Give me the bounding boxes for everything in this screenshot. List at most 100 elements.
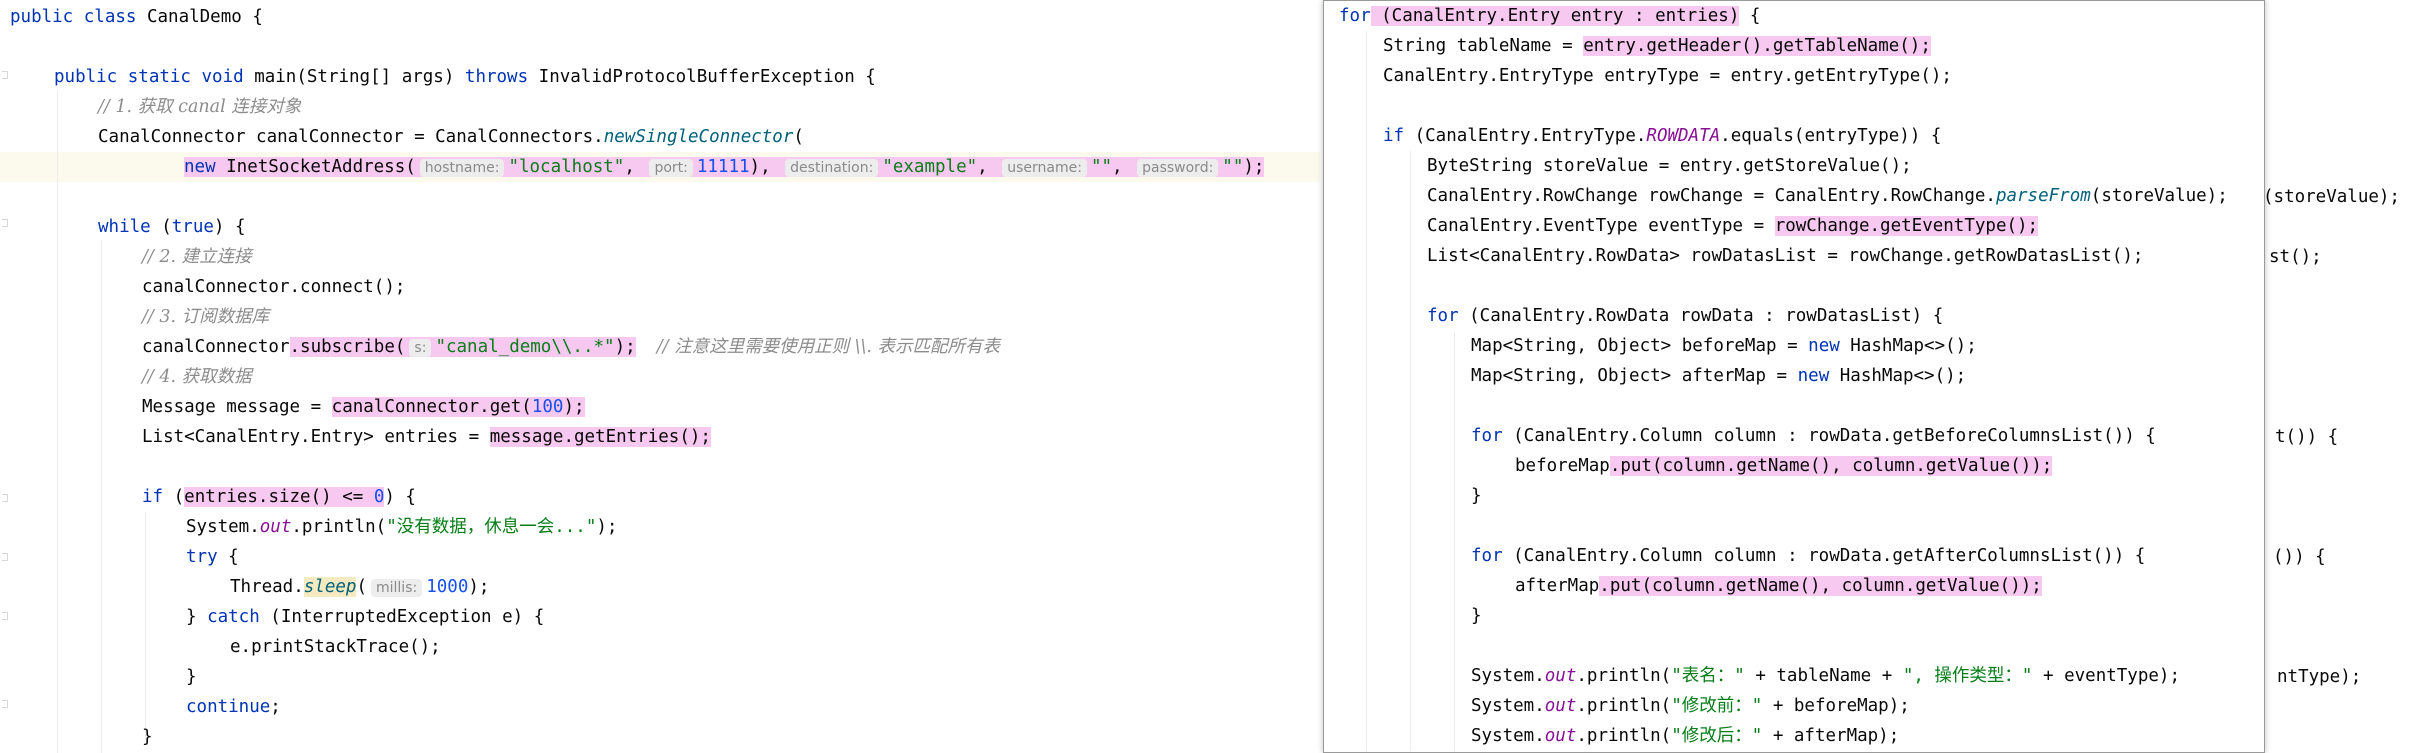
code-text: } <box>186 607 208 627</box>
code-text: Thread. <box>230 577 304 597</box>
code-line: } <box>1471 601 1482 631</box>
code-text: .println( <box>291 517 387 537</box>
code-line: ByteString storeValue = entry.getStoreVa… <box>1427 151 1912 181</box>
code-text: ( <box>356 577 367 597</box>
code-text: (CanalEntry.EntryType. <box>1404 126 1647 146</box>
code-text: .println( <box>1576 696 1672 716</box>
code-text: + tableName + <box>1744 666 1903 686</box>
code-line: new InetSocketAddress(hostname: "localhos… <box>184 152 1265 182</box>
code-line: continue; <box>186 692 281 722</box>
fold-marker[interactable] <box>2 71 8 79</box>
highlight-span: new InetSocketAddress(hostname: "localhos… <box>184 157 1265 177</box>
number-literal: 1000 <box>426 577 469 597</box>
static-method: newSingleConnector <box>603 127 794 147</box>
indent-guide <box>1410 151 1411 751</box>
code-text: (CanalEntry.Column column : rowData.getA… <box>1502 546 2146 566</box>
string-literal: "没有数据，休息一会..." <box>386 517 597 537</box>
code-text: ); <box>563 397 585 417</box>
code-preview-popup[interactable]: for (CanalEntry.Entry entry : entries) {… <box>1323 0 2265 753</box>
code-line: String tableName = entry.getHeader().get… <box>1383 31 1931 61</box>
code-line: canalConnector.connect(); <box>142 272 405 302</box>
code-line: if (entries.size() <= 0) { <box>142 482 416 512</box>
code-line: } <box>142 722 153 752</box>
parameter-hint: username: <box>1002 159 1087 177</box>
fold-marker[interactable] <box>2 219 8 227</box>
code-text: + afterMap); <box>1762 726 1900 746</box>
code-text: .println( <box>1576 666 1672 686</box>
code-text: ; <box>270 697 281 717</box>
static-method: parseFrom <box>1995 186 2091 206</box>
code-line: // 3. 订阅数据库 <box>142 302 269 332</box>
code-text: ) { <box>384 487 416 507</box>
parameter-hint: millis: <box>371 579 423 597</box>
code-text: HashMap<>(); <box>1839 336 1977 356</box>
code-line: Map<String, Object> afterMap = new HashM… <box>1471 361 1966 391</box>
code-text: ( <box>150 217 172 237</box>
number-literal: 0 <box>373 487 385 507</box>
code-line: for (CanalEntry.RowData rowData : rowDat… <box>1427 301 1943 331</box>
occluded-code-text: st(); <box>2269 247 2322 267</box>
code-line: if (CanalEntry.EntryType.ROWDATA.equals(… <box>1383 121 1941 151</box>
indent-guide <box>1454 331 1455 751</box>
fold-marker[interactable] <box>2 612 8 620</box>
code-text: } <box>142 727 153 747</box>
code-text: ), <box>749 157 782 177</box>
code-line: try { <box>186 542 239 572</box>
highlight-span: .subscribe(s: "canal_demo\\..*"); <box>289 337 636 357</box>
static-field: out <box>1544 666 1577 686</box>
number-literal: 11111 <box>696 157 750 177</box>
comment: // 1. 获取 canal 连接对象 <box>98 97 302 117</box>
keyword: new <box>1808 336 1840 356</box>
code-text: .subscribe( <box>289 337 406 357</box>
indent-guide <box>101 240 102 753</box>
fold-marker[interactable] <box>2 494 8 502</box>
indent-guide <box>57 90 58 753</box>
code-text: ByteString storeValue = entry.getStoreVa… <box>1427 156 1912 176</box>
code-line: } catch (InterruptedException e) { <box>186 602 544 632</box>
string-literal: "修改后：" <box>1671 726 1763 746</box>
static-field: ROWDATA <box>1646 126 1721 146</box>
keyword: public static void <box>54 67 255 87</box>
occluded-code-text: ntType); <box>2277 667 2362 687</box>
highlight-span: .put(column.getName(), column.getValue()… <box>1599 576 2042 596</box>
code-text: Message message = <box>142 397 332 417</box>
code-text: String tableName = <box>1383 36 1584 56</box>
code-line: CanalConnector canalConnector = CanalCon… <box>98 122 804 152</box>
keyword: try <box>186 547 218 567</box>
keyword: continue <box>186 697 271 717</box>
highlight-span: message.getEntries(); <box>489 427 711 447</box>
code-line: CanalEntry.EventType eventType = rowChan… <box>1427 211 2039 241</box>
string-literal: "修改前：" <box>1671 696 1763 716</box>
fold-marker[interactable] <box>2 700 8 708</box>
code-line: for (CanalEntry.Column column : rowData.… <box>1471 541 2145 571</box>
keyword: if <box>142 487 164 507</box>
code-text: System. <box>1471 726 1545 746</box>
code-line: CanalEntry.EntryType entryType = entry.g… <box>1383 61 1952 91</box>
code-text: CanalEntry.RowChange rowChange = CanalEn… <box>1427 186 1996 206</box>
code-text: CanalConnector canalConnector = CanalCon… <box>98 127 604 147</box>
code-text: { <box>217 547 239 567</box>
code-text: ); <box>596 517 618 537</box>
string-literal: ", 操作类型：" <box>1902 666 2033 686</box>
code-text: } <box>1471 486 1482 506</box>
code-line: for (CanalEntry.Column column : rowData.… <box>1471 421 2156 451</box>
code-text: { <box>1739 6 1761 26</box>
keyword: catch <box>207 607 260 627</box>
occluded-code-text: ()) { <box>2273 547 2326 567</box>
code-line: CanalEntry.RowChange rowChange = CanalEn… <box>1427 181 2228 211</box>
string-literal: "" <box>1090 157 1113 177</box>
keyword: new <box>184 157 216 177</box>
code-line: // 4. 获取数据 <box>142 362 252 392</box>
code-line: afterMap.put(column.getName(), column.ge… <box>1515 571 2042 601</box>
fold-marker[interactable] <box>2 553 8 561</box>
code-line: } <box>186 662 197 692</box>
code-text: CanalDemo { <box>146 7 263 27</box>
highlight-span: entries.size() <= 0 <box>184 487 385 507</box>
highlight-span: canalConnector.get(100); <box>331 397 585 417</box>
code-text: System. <box>186 517 260 537</box>
code-line: Message message = canalConnector.get(100… <box>142 392 585 422</box>
code-line: // 2. 建立连接 <box>142 242 252 272</box>
code-text: ); <box>614 337 636 357</box>
code-text: } <box>186 667 197 687</box>
code-line: System.out.println("修改前：" + beforeMap); <box>1471 691 1910 721</box>
